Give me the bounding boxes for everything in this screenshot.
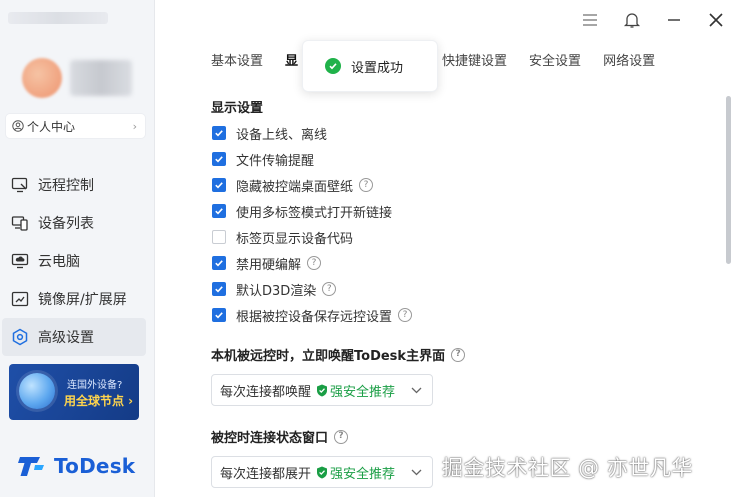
status-window-label: 被控时连接状态窗口 [211, 431, 329, 446]
help-icon[interactable]: ? [359, 178, 374, 192]
option-label: 使用多标签模式打开新链接 [236, 205, 393, 221]
checkbox[interactable] [212, 256, 226, 270]
status-window-title: 被控时连接状态窗口 ? [211, 427, 349, 446]
option-label: 默认D3D渲染 [236, 283, 317, 299]
blurred-username [70, 60, 132, 96]
display-option-row[interactable]: 使用多标签模式打开新链接 [212, 202, 393, 221]
settings-tabs: 基本设置 显 快捷键设置 安全设置 网络设置 [211, 50, 677, 69]
display-option-row[interactable]: 根据被控设备保存远控设置? [212, 306, 413, 325]
wake-mode-select[interactable]: 每次连接都唤醒 强安全推荐 [211, 374, 433, 406]
success-check-icon [325, 58, 341, 74]
shield-check-icon [316, 466, 328, 479]
window-controls [580, 10, 726, 30]
content-scrollbar[interactable] [726, 96, 731, 264]
wake-section-title: 本机被远控时，立即唤醒ToDesk主界面 ? [211, 345, 466, 364]
display-option-row[interactable]: 隐藏被控端桌面壁纸? [212, 176, 374, 195]
sidebar-item-label: 镜像屏/扩展屏 [38, 292, 127, 308]
display-settings-title: 显示设置 [211, 101, 264, 116]
avatar[interactable] [22, 58, 62, 98]
menu-icon[interactable] [580, 10, 600, 30]
sidebar-item-label: 设备列表 [38, 216, 94, 232]
bell-icon[interactable] [622, 10, 642, 30]
close-icon[interactable] [706, 10, 726, 30]
option-label: 禁用硬编解 [236, 257, 302, 273]
remote-control-icon [10, 175, 30, 195]
mirror-screen-icon [10, 289, 30, 309]
globe-icon [19, 373, 55, 409]
help-icon[interactable]: ? [307, 256, 322, 270]
option-label: 根据被控设备保存远控设置 [236, 309, 393, 325]
profile-center-label: 个人中心 [27, 119, 76, 134]
display-option-row[interactable]: 禁用硬编解? [212, 254, 322, 273]
global-node-promo-banner[interactable]: 连国外设备? 用全球节点 › [9, 364, 139, 420]
checkbox[interactable] [212, 282, 226, 296]
success-toast: 设置成功 [302, 40, 438, 92]
security-recommend-badge: 强安全推荐 [330, 384, 396, 400]
sidebar-item-advanced-settings[interactable]: 高级设置 [2, 318, 146, 356]
help-icon[interactable]: ? [398, 308, 413, 322]
chevron-down-icon [411, 387, 422, 394]
security-recommend-badge: 强安全推荐 [330, 466, 396, 482]
tab-shortcut-settings[interactable]: 快捷键设置 [442, 50, 507, 69]
checkbox[interactable] [212, 178, 226, 192]
checkbox[interactable] [212, 152, 226, 166]
option-label: 标签页显示设备代码 [236, 231, 354, 247]
option-label: 隐藏被控端桌面壁纸 [236, 179, 354, 195]
brand-name: ToDesk [54, 454, 136, 478]
sidebar-item-label: 云电脑 [38, 254, 80, 270]
tab-display-settings[interactable]: 显 [285, 50, 298, 69]
profile-center-button[interactable]: 个人中心 › [6, 114, 145, 138]
help-icon[interactable]: ? [322, 282, 337, 296]
chevron-right-icon: › [132, 119, 137, 133]
device-list-icon [10, 213, 30, 233]
sidebar-item-label: 高级设置 [38, 330, 94, 346]
checkbox[interactable] [212, 126, 226, 140]
display-option-row[interactable]: 标签页显示设备代码 [212, 228, 354, 247]
help-icon[interactable]: ? [451, 347, 466, 362]
blurred-title [8, 12, 108, 24]
display-option-row[interactable]: 设备上线、离线 [212, 124, 328, 143]
minimize-icon[interactable] [664, 10, 684, 30]
promo-line-1: 连国外设备? [67, 380, 123, 391]
watermark-text: 掘金技术社区 @ 亦世凡华 [442, 456, 693, 480]
checkbox[interactable] [212, 230, 226, 244]
tab-network-settings[interactable]: 网络设置 [603, 50, 655, 69]
shield-check-icon [316, 384, 328, 397]
toast-text: 设置成功 [351, 60, 404, 76]
select-value: 每次连接都唤醒 [220, 384, 312, 400]
advanced-settings-icon [10, 327, 30, 347]
sidebar-item-remote-control[interactable]: 远程控制 [0, 166, 154, 204]
help-icon[interactable]: ? [334, 429, 349, 444]
sidebar-item-cloud-pc[interactable]: 云电脑 [0, 242, 154, 280]
select-value: 每次连接都展开 [220, 466, 312, 482]
tab-security-settings[interactable]: 安全设置 [529, 50, 581, 69]
todesk-logo: ToDesk [18, 454, 135, 478]
option-label: 文件传输提醒 [236, 153, 315, 169]
user-icon [12, 120, 24, 132]
checkbox[interactable] [212, 204, 226, 218]
checkbox[interactable] [212, 308, 226, 322]
sidebar-item-device-list[interactable]: 设备列表 [0, 204, 154, 242]
status-window-select[interactable]: 每次连接都展开 强安全推荐 [211, 456, 433, 488]
sidebar-nav: 远程控制 设备列表 云电脑 镜像屏/扩展屏 高级设置 [0, 166, 154, 356]
promo-line-2: 用全球节点 › [64, 394, 134, 408]
chevron-down-icon [411, 469, 422, 476]
sidebar-item-mirror-screen[interactable]: 镜像屏/扩展屏 [0, 280, 154, 318]
tab-basic-settings[interactable]: 基本设置 [211, 50, 263, 69]
todesk-logo-icon [18, 457, 44, 476]
display-option-row[interactable]: 默认D3D渲染? [212, 280, 337, 299]
wake-section-label: 本机被远控时，立即唤醒ToDesk主界面 [211, 349, 446, 364]
sidebar: 个人中心 › 远程控制 设备列表 云电脑 镜像屏/扩展屏 高级设置 连国外设备?… [0, 0, 155, 497]
option-label: 设备上线、离线 [236, 127, 328, 143]
display-option-row[interactable]: 文件传输提醒 [212, 150, 315, 169]
cloud-pc-icon [10, 251, 30, 271]
sidebar-item-label: 远程控制 [38, 178, 94, 194]
